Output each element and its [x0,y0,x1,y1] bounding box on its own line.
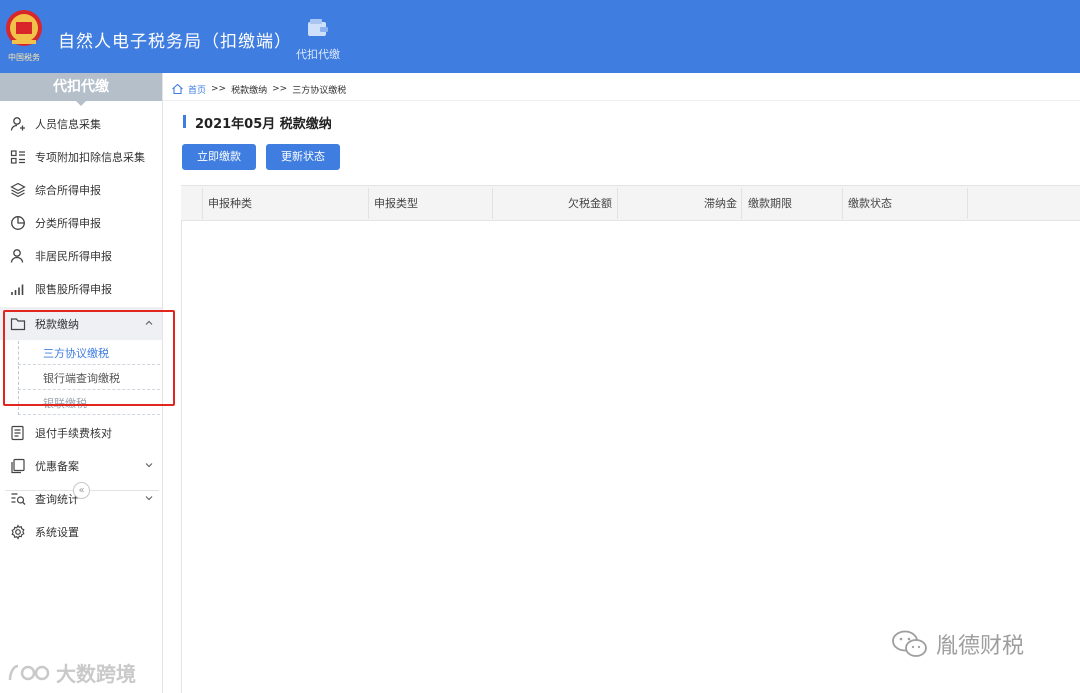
svg-text:中国税务: 中国税务 [8,52,40,62]
sidebar-item-label: 税款缴纳 [35,317,79,331]
folder-icon [10,317,26,330]
sidebar-item-personnel-info[interactable]: 人员信息采集 [0,107,162,140]
sidebar-item-label: 非居民所得申报 [35,249,112,263]
watermark-brand-text: 胤德财税 [936,634,1025,659]
column-divider [842,188,843,219]
column-divider [368,188,369,219]
sidebar-item-label: 系统设置 [35,525,79,539]
sidebar-item-tax-payment[interactable]: 税款缴纳 [0,307,162,340]
sidebar-item-label: 退付手续费核对 [35,426,112,440]
sidebar-subitem-bank-query-payment[interactable]: 银行端查询缴税 [18,366,160,390]
sidebar-item-system-settings[interactable]: 系统设置 [0,515,162,548]
sidebar-subitem-tripartite-payment[interactable]: 三方协议缴税 [18,341,160,365]
person-icon [10,248,24,263]
document-icon [11,425,24,440]
person-add-icon [10,116,25,131]
pie-icon [11,215,25,230]
top-nav-withholding[interactable]: 代扣代缴 [292,18,344,62]
column-header-tax-owed[interactable]: 欠税金额 [492,186,612,221]
watermark-source: 大数跨境 [6,658,136,687]
wallet-icon [308,19,328,36]
breadcrumb-separator: >> [272,84,288,94]
sidebar-item-label: 优惠备案 [35,459,79,473]
breadcrumb: 首页 >> 税款缴纳 >> 三方协议缴税 [171,80,346,98]
sidebar-item-preferential-filing[interactable]: 优惠备案 [0,449,162,482]
sidebar-title: 代扣代缴 [0,73,162,106]
table-header: 申报种类 申报类型 欠税金额 滞纳金 缴款期限 缴款状态 [181,185,1080,221]
grid-list-icon [10,149,25,164]
column-divider [967,188,968,219]
breadcrumb-home-link[interactable]: 首页 [188,83,206,96]
breadcrumb-separator: >> [211,84,227,94]
wechat-icon [892,630,927,657]
top-header: 中国税务 自然人电子税务局（扣缴端） 代扣代缴 [0,0,1080,73]
sidebar-item-label: 专项附加扣除信息采集 [35,150,145,164]
header-divider [163,100,1080,101]
column-header-payment-deadline[interactable]: 缴款期限 [748,186,792,221]
watermark-logo-icon [8,664,50,680]
sidebar-item-label: 限售股所得申报 [35,282,112,296]
copy-icon [11,458,25,473]
tax-emblem-logo: 中国税务 [6,10,42,62]
sidebar-item-special-deduction[interactable]: 专项附加扣除信息采集 [0,140,162,173]
layers-icon [10,182,26,197]
chevron-down-icon [145,496,153,501]
watermark-source-text: 大数跨境 [56,662,136,686]
sidebar-item-restricted-shares[interactable]: 限售股所得申报 [0,272,162,305]
sidebar-item-label: 人员信息采集 [35,117,101,131]
column-divider [741,188,742,219]
app-title: 自然人电子税务局（扣缴端） [58,32,292,52]
page-title: 2021年05月 税款缴纳 [195,117,332,132]
sidebar-item-label: 综合所得申报 [35,183,101,197]
title-accent-bar [183,115,186,128]
sidebar-item-nonresident-income[interactable]: 非居民所得申报 [0,239,162,272]
column-divider [202,188,203,219]
breadcrumb-item-current: 三方协议缴税 [292,85,347,96]
refresh-status-button[interactable]: 更新状态 [266,144,340,170]
sidebar-item-comprehensive-income[interactable]: 综合所得申报 [0,173,162,206]
watermark-brand: 胤德财税 [890,628,1024,660]
sidebar-item-label: 分类所得申报 [35,216,101,230]
chevron-up-icon [145,320,153,325]
home-icon[interactable] [171,83,184,95]
pay-now-button[interactable]: 立即缴款 [182,144,256,170]
sidebar-subitem-unionpay-payment[interactable]: 银联缴税 [18,391,160,415]
sidebar-item-refund-fee-check[interactable]: 退付手续费核对 [0,416,162,449]
chevron-down-icon [145,463,153,468]
column-header-declaration-type[interactable]: 申报类型 [374,186,418,221]
column-header-payment-status[interactable]: 缴款状态 [848,186,892,221]
bar-signal-icon [11,284,24,295]
breadcrumb-item[interactable]: 税款缴纳 [231,83,267,96]
sidebar-item-classified-income[interactable]: 分类所得申报 [0,206,162,239]
column-header-declaration-kind[interactable]: 申报种类 [208,186,252,221]
collapse-sidebar-button[interactable]: « [73,482,90,499]
gear-icon [11,523,25,540]
search-list-icon [11,492,26,505]
top-nav-label: 代扣代缴 [296,48,340,61]
table-body [181,221,182,693]
column-header-late-fee[interactable]: 滞纳金 [617,186,737,221]
